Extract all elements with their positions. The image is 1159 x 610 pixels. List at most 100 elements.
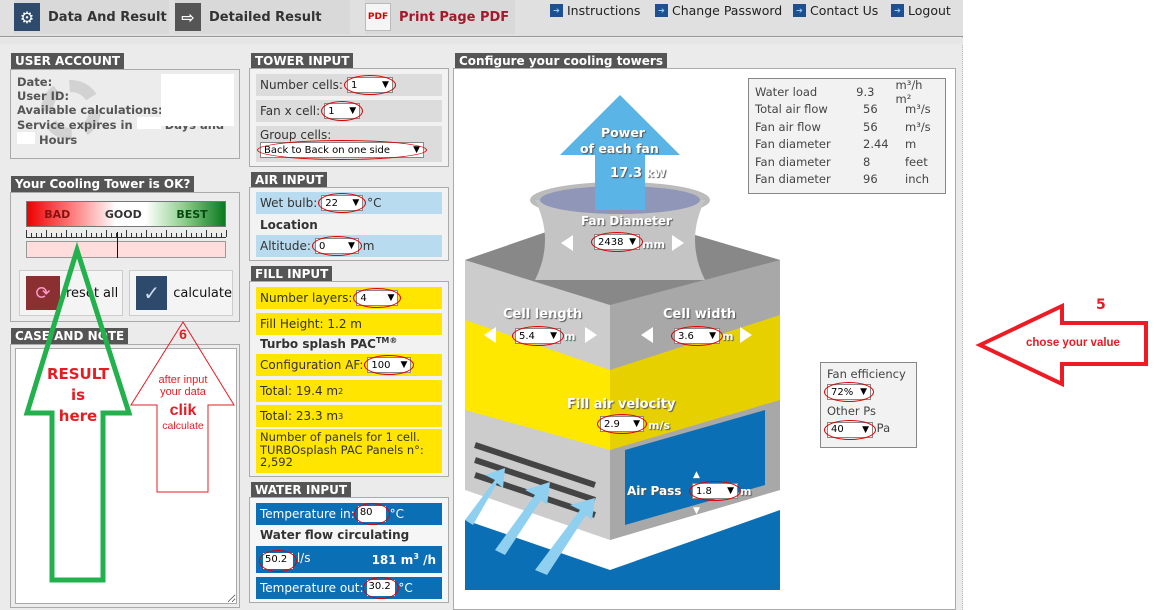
- tower-input-panel: Number cells: 1 ▼ Fan x cell: 1 ▼ Group cell…: [249, 68, 449, 167]
- result-value: 9.3: [856, 84, 875, 99]
- fill-input-title: FILL INPUT: [251, 266, 333, 282]
- group-cells-select[interactable]: Back to Back on one side ▼: [257, 140, 427, 160]
- instructions-link[interactable]: ➔ Instructions: [550, 3, 640, 18]
- fill-velocity-select[interactable]: 2.9 ▼: [597, 414, 647, 434]
- cell-length-select[interactable]: 5.4 ▼: [512, 326, 564, 346]
- scale-best: BEST: [176, 207, 208, 221]
- cell-width-increase[interactable]: [740, 327, 752, 343]
- cooling-tower-illustration: [465, 95, 780, 590]
- result-unit: m³/s: [905, 119, 931, 134]
- scale-bad: BAD: [44, 207, 71, 221]
- fill-input-panel: Number layers: 4 ▼ Fill Height: 1.2 m Turb…: [249, 281, 449, 477]
- result-label: Fan diameter: [755, 154, 831, 169]
- tick: [201, 233, 202, 237]
- tick: [76, 233, 77, 237]
- total-volume: Total: 23.3 m3: [256, 405, 442, 427]
- gear-icon: ⚙: [14, 3, 40, 31]
- tab-data-and-result[interactable]: ⚙ Data And Result: [14, 0, 169, 34]
- config-label: Configuration AF:: [260, 358, 364, 372]
- altitude-label: Altitude:: [260, 239, 311, 253]
- result-row: Water load 9.3 m³/h m²: [755, 78, 939, 106]
- tab-detailed-result[interactable]: ⇨ Detailed Result: [175, 0, 350, 34]
- tick: [161, 233, 162, 237]
- air-pass-decrease[interactable]: ▼: [693, 506, 700, 516]
- result-value: 56: [863, 102, 878, 117]
- result-value: 56: [863, 119, 878, 134]
- tick: [91, 233, 92, 237]
- dropdown-arrow-icon: ▼: [860, 387, 867, 397]
- water-input-panel: Temperature in: 80 °C Water flow circulat…: [249, 497, 449, 603]
- config-select[interactable]: 100 ▼: [364, 355, 415, 375]
- pdf-icon: PDF: [365, 3, 391, 31]
- temp-in-input[interactable]: 80: [353, 503, 390, 525]
- configure-title: Configure your cooling towers: [455, 53, 667, 69]
- layers-select[interactable]: 4 ▼: [353, 288, 402, 308]
- number-cells-label: Number cells:: [260, 78, 343, 92]
- tick: [176, 233, 177, 237]
- dropdown-arrow-icon: ▼: [550, 331, 557, 341]
- total-area: Total: 19.4 m2: [256, 380, 442, 402]
- fill-product-label: Turbo splash PACTM®: [260, 336, 398, 351]
- result-unit: m³/s: [905, 102, 931, 117]
- tick: [126, 230, 127, 237]
- days-value: [136, 117, 161, 129]
- other-ps-label: Other Ps: [827, 404, 877, 418]
- arrow-icon: ➔: [550, 4, 563, 17]
- tick: [51, 233, 52, 237]
- layers-label: Number layers:: [260, 291, 353, 305]
- change-password-link[interactable]: ➔ Change Password: [655, 3, 782, 18]
- dropdown-arrow-icon: ▼: [348, 241, 355, 251]
- user-account-panel: Date: User ID: Available calculations: S…: [10, 69, 240, 159]
- status-panel: BAD GOOD BEST ⟳ reset all ✓ calculate: [10, 192, 240, 322]
- result-row: Fan air flow 56 m³/s: [755, 118, 939, 136]
- panels-count: Number of panels for 1 cell. TURBOsplash…: [256, 429, 442, 473]
- air-pass-select[interactable]: 1.8 ▼: [689, 481, 741, 501]
- tick: [121, 233, 122, 237]
- page: ⚙ Data And Result ⇨ Detailed Result PDF …: [0, 0, 963, 610]
- tick: [111, 233, 112, 237]
- power-value: 17.3 kW: [610, 166, 667, 181]
- cell-width-label: Cell width: [663, 307, 737, 322]
- checkmark-icon: ✓: [136, 276, 168, 310]
- tick: [211, 233, 212, 237]
- wet-bulb-select[interactable]: 22 ▼: [318, 193, 367, 213]
- fan-diameter-increase[interactable]: [672, 235, 684, 251]
- cell-length-increase[interactable]: [585, 327, 597, 343]
- result-value: 96: [863, 172, 878, 187]
- step5-text: chose your value: [1026, 337, 1120, 349]
- tick: [36, 233, 37, 237]
- temp-in-label: Temperature in:: [260, 507, 355, 521]
- other-ps-select[interactable]: 40 ▼: [824, 419, 876, 440]
- tick: [46, 230, 47, 237]
- fan-cell-select[interactable]: 1 ▼: [321, 101, 364, 121]
- hours-value: [17, 132, 35, 144]
- tick: [86, 230, 87, 237]
- tick: [191, 233, 192, 237]
- temp-out-input[interactable]: 30.2: [362, 577, 399, 599]
- result-label: Fan diameter: [755, 137, 831, 152]
- cell-width-select[interactable]: 3.6 ▼: [671, 326, 723, 346]
- logout-link[interactable]: ➔ Logout: [891, 3, 951, 18]
- altitude-select[interactable]: 0 ▼: [311, 236, 362, 256]
- cell-length-decrease[interactable]: [484, 327, 496, 343]
- result-annotation-text: RESULT is here: [46, 365, 110, 425]
- dropdown-arrow-icon: ▼: [633, 419, 640, 429]
- result-row: Fan diameter 2.44 m: [755, 136, 939, 154]
- arrow-right-icon: ⇨: [175, 3, 201, 31]
- result-unit: inch: [905, 172, 930, 187]
- fan-diameter-decrease[interactable]: [561, 235, 573, 251]
- arrow-icon: ➔: [655, 4, 668, 17]
- reset-all-button[interactable]: ⟳ reset all: [19, 270, 123, 316]
- flow-input[interactable]: 50.2: [259, 549, 297, 572]
- fan-diameter-select[interactable]: 2438 ▼: [591, 232, 643, 252]
- arrow-icon: ➔: [891, 4, 904, 17]
- air-pass-increase[interactable]: ▲: [693, 470, 700, 480]
- tab-print-page-pdf[interactable]: PDF Print Page PDF: [365, 0, 515, 34]
- fan-efficiency-select[interactable]: 72% ▼: [824, 382, 874, 402]
- user-info-box: [161, 74, 234, 126]
- water-input-title: WATER INPUT: [251, 482, 352, 498]
- contact-us-link[interactable]: ➔ Contact Us: [793, 3, 878, 18]
- calculate-button[interactable]: ✓ calculate: [129, 270, 233, 316]
- cell-width-decrease[interactable]: [641, 327, 653, 343]
- number-cells-select[interactable]: 1 ▼: [343, 75, 396, 95]
